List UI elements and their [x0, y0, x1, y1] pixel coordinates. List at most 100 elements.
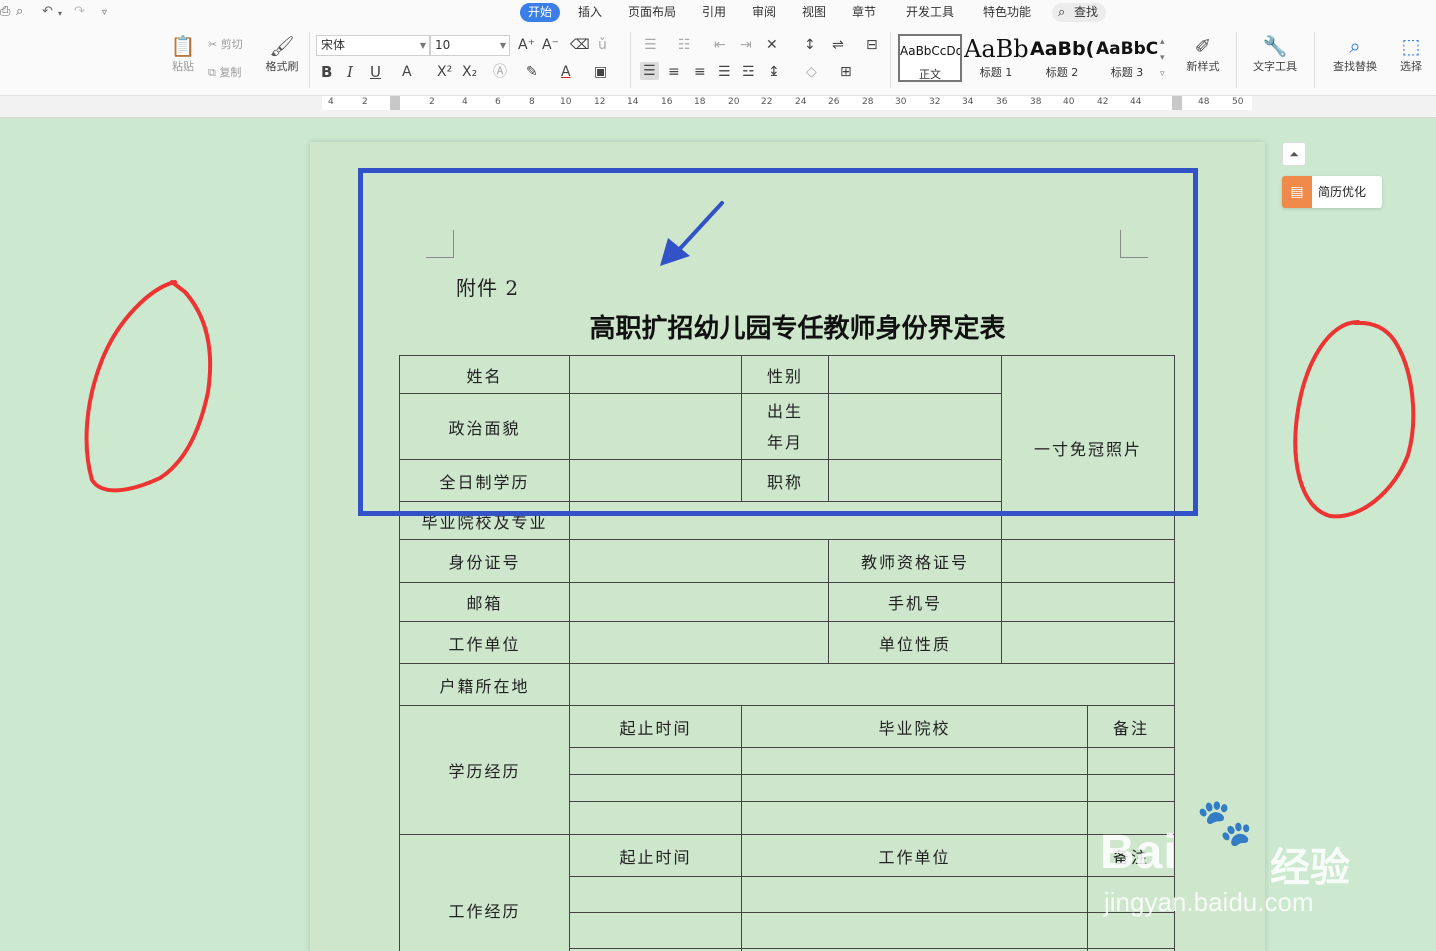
- input-cell-unit-type[interactable]: [1000, 621, 1176, 664]
- format-painter-button[interactable]: 🖌 格式刷: [262, 34, 302, 74]
- char-shading-icon[interactable]: ▣: [594, 63, 607, 81]
- input-cell-political-status[interactable]: [569, 393, 742, 460]
- ruler-margin-left[interactable]: [390, 96, 400, 110]
- input-cell-education[interactable]: [569, 459, 742, 502]
- input-cell-gender[interactable]: [828, 355, 1002, 394]
- tab-page-layout[interactable]: 页面布局: [620, 3, 684, 22]
- tab-special-features[interactable]: 特色功能: [975, 3, 1039, 22]
- cut-label: 剪切: [220, 38, 243, 51]
- tab-review[interactable]: 审阅: [744, 3, 784, 22]
- font-size-select[interactable]: 10 ▼: [430, 35, 510, 56]
- shading-icon[interactable]: ◇: [806, 63, 817, 81]
- baidu-watermark: Bai 🐾 经验 jingyan.baidu.com: [1100, 795, 1400, 925]
- horizontal-ruler[interactable]: 4 2 2 4 6 8 10 12 14 16 18 20 22 24 26 2…: [0, 96, 1436, 118]
- ruler-label: 42: [1097, 97, 1109, 107]
- tab-references[interactable]: 引用: [694, 3, 734, 22]
- undo-dropdown-icon[interactable]: ▾: [58, 9, 62, 18]
- phonetic-guide-icon[interactable]: ǔ: [598, 36, 607, 54]
- bullet-list-icon[interactable]: ☰: [644, 36, 657, 54]
- italic-icon[interactable]: I: [347, 63, 353, 81]
- distribute-icon[interactable]: ☲: [742, 63, 755, 81]
- style-name: 标题 3: [1110, 66, 1144, 79]
- style-scroll-icon[interactable]: ▴ ▾ ▿: [1160, 34, 1165, 82]
- line-spacing-icon[interactable]: ↨: [768, 63, 780, 81]
- input-cell-teacher-cert[interactable]: [1000, 539, 1176, 583]
- paste-button[interactable]: 📋 粘贴: [166, 34, 200, 74]
- bold-icon[interactable]: B: [321, 63, 332, 81]
- search-label: 查找: [1074, 5, 1099, 19]
- numbered-list-icon[interactable]: ☷: [678, 36, 691, 54]
- tab-chapter[interactable]: 章节: [844, 3, 884, 22]
- photo-cell[interactable]: 一寸免冠照片: [1000, 355, 1176, 540]
- tab-developer[interactable]: 开发工具: [898, 3, 962, 22]
- justify-icon[interactable]: ☰: [718, 63, 731, 81]
- borders-icon[interactable]: ⊞: [840, 63, 852, 81]
- input-cell-email[interactable]: [569, 582, 829, 622]
- input-cell[interactable]: [569, 747, 742, 775]
- undo-icon[interactable]: ↶: [42, 4, 53, 19]
- input-cell[interactable]: [741, 801, 1088, 835]
- input-cell[interactable]: [569, 876, 742, 913]
- search-command-box[interactable]: ⌕ 查找: [1052, 3, 1107, 22]
- input-cell-id-number[interactable]: [569, 539, 829, 583]
- subscript-icon[interactable]: X₂: [462, 63, 477, 81]
- input-cell-name[interactable]: [569, 355, 742, 394]
- select-label: 选择: [1400, 60, 1422, 73]
- input-cell[interactable]: [741, 774, 1088, 802]
- input-cell[interactable]: [569, 801, 742, 835]
- highlight-icon[interactable]: ✎: [526, 63, 538, 81]
- input-cell-school-major[interactable]: [569, 501, 1002, 540]
- input-cell-title[interactable]: [828, 459, 1002, 502]
- char-border-icon[interactable]: Ⓐ: [493, 63, 507, 81]
- input-cell[interactable]: [741, 912, 1088, 949]
- print-preview-icon[interactable]: ⌕: [16, 4, 23, 19]
- text-tools-button[interactable]: 🔧 文字工具: [1246, 34, 1304, 74]
- align-center-icon[interactable]: ≡: [668, 63, 680, 81]
- font-color-icon[interactable]: A: [561, 63, 571, 81]
- input-cell[interactable]: [569, 774, 742, 802]
- input-cell-birth-date[interactable]: [828, 393, 1002, 460]
- input-cell[interactable]: [1086, 747, 1176, 775]
- input-cell-phone[interactable]: [1000, 582, 1176, 622]
- superscript-icon[interactable]: X²: [437, 63, 452, 81]
- style-heading-3[interactable]: AaBbC 标题 3: [1096, 34, 1158, 82]
- tab-marks-icon[interactable]: ⊟: [866, 36, 878, 54]
- tab-view[interactable]: 视图: [794, 3, 834, 22]
- save-icon[interactable]: ⎙: [0, 4, 10, 19]
- underline-icon[interactable]: U: [370, 63, 381, 81]
- style-heading-1[interactable]: AaBb 标题 1: [964, 34, 1028, 82]
- increase-indent-icon[interactable]: ⇥: [740, 36, 752, 54]
- shrink-font-icon[interactable]: A⁻: [542, 36, 559, 54]
- input-cell-work-unit[interactable]: [569, 621, 829, 664]
- grow-font-icon[interactable]: A⁺: [518, 36, 535, 54]
- align-left-icon[interactable]: ☰: [640, 62, 659, 80]
- select-button[interactable]: ⬚ 选择: [1392, 34, 1430, 74]
- input-cell[interactable]: [741, 876, 1088, 913]
- style-normal[interactable]: AaBbCcDd 正文: [898, 34, 962, 82]
- tab-insert[interactable]: 插入: [570, 3, 610, 22]
- show-marks-icon[interactable]: ⇌: [832, 36, 844, 54]
- label-phone: 手机号: [828, 582, 1002, 622]
- customize-toolbar-icon[interactable]: ▿: [102, 7, 107, 18]
- align-right-icon[interactable]: ≡: [694, 63, 706, 81]
- text-effect-icon[interactable]: A: [402, 63, 412, 81]
- redo-icon[interactable]: ↷: [74, 4, 85, 19]
- input-cell[interactable]: [741, 747, 1088, 775]
- new-style-button[interactable]: ✐ 新样式: [1180, 34, 1226, 74]
- copy-button[interactable]: ⧉ 复制: [208, 64, 241, 80]
- tab-home[interactable]: 开始: [520, 3, 561, 22]
- resume-optimize-button[interactable]: ▤ 简历优化: [1282, 176, 1382, 208]
- cut-button[interactable]: ✂ 剪切: [208, 36, 243, 52]
- input-cell[interactable]: [569, 912, 742, 949]
- sort-icon[interactable]: ↕: [804, 36, 816, 54]
- clear-format-icon[interactable]: ⌫: [570, 36, 590, 54]
- ruler-margin-right[interactable]: [1172, 96, 1182, 110]
- style-heading-2[interactable]: AaBb( 标题 2: [1030, 34, 1094, 82]
- ruler-label: 44: [1130, 97, 1142, 107]
- font-name-select[interactable]: 宋体 ▼: [316, 35, 430, 56]
- chinese-layout-icon[interactable]: ✕: [766, 36, 778, 54]
- input-cell-household[interactable]: [568, 663, 1176, 706]
- collapse-panel-button[interactable]: ⏶: [1282, 142, 1306, 166]
- find-replace-button[interactable]: ⌕ 查找替换: [1326, 34, 1384, 74]
- decrease-indent-icon[interactable]: ⇤: [714, 36, 726, 54]
